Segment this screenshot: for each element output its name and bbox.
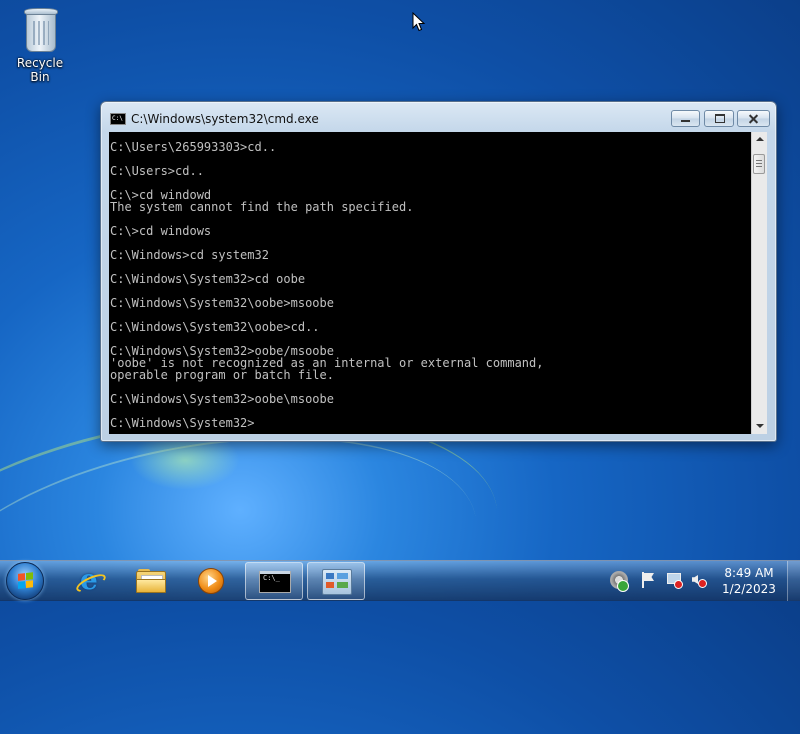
start-button[interactable]	[6, 562, 44, 600]
volume-icon[interactable]	[690, 571, 708, 589]
security-icon[interactable]	[610, 571, 629, 592]
control-panel-icon	[322, 569, 352, 595]
recycle-bin-icon	[23, 8, 58, 52]
window-titlebar[interactable]: C:\ C:\Windows\system32\cmd.exe	[101, 102, 776, 130]
windows-start-icon	[18, 572, 34, 590]
clock-date: 1/2/2023	[722, 582, 776, 596]
cmd-icon: C:\_	[259, 571, 291, 593]
cmd-window[interactable]: C:\ C:\Windows\system32\cmd.exe C:\Users…	[100, 101, 777, 442]
window-title: C:\Windows\system32\cmd.exe	[131, 112, 319, 126]
console-line: C:\Windows\System32>oobe\msoobe	[110, 392, 334, 406]
console-line: C:\>cd windows	[110, 224, 212, 238]
taskbar-internet-explorer[interactable]: e	[60, 562, 118, 600]
console-line: C:\Windows>cd system32	[110, 248, 269, 262]
clock-time: 8:49 AM	[724, 566, 774, 580]
console-line: C:\Windows\System32>cd oobe	[110, 272, 306, 286]
taskbar: e C:\_ 8:49 AM 1/2/2023	[0, 560, 800, 601]
taskbar-media-player[interactable]	[182, 562, 240, 600]
desktop-icon-recycle-bin[interactable]: Recycle Bin	[6, 6, 74, 84]
scrollbar-thumb[interactable]	[753, 154, 765, 174]
console-line: C:\Windows\System32\oobe>cd..	[110, 320, 320, 334]
network-icon[interactable]	[666, 571, 684, 589]
console-line: C:\Windows\System32>	[110, 416, 255, 430]
folder-icon	[136, 569, 166, 593]
desktop-icon-label: Recycle Bin	[16, 56, 64, 84]
console-line: C:\Users\265993303>cd..	[110, 140, 277, 154]
console-line: C:\Users>cd..	[110, 164, 204, 178]
maximize-button[interactable]	[704, 110, 734, 127]
scroll-down-button[interactable]	[752, 418, 767, 434]
show-desktop-button[interactable]	[787, 561, 800, 601]
internet-explorer-icon: e	[76, 566, 102, 594]
vertical-scrollbar[interactable]	[751, 132, 767, 434]
scroll-up-button[interactable]	[752, 132, 767, 148]
media-player-icon	[198, 568, 224, 594]
action-center-flag-icon[interactable]	[639, 571, 657, 589]
console-output[interactable]: C:\Users\265993303>cd.. C:\Users>cd.. C:\>…	[109, 132, 751, 434]
console-line: C:\Windows\System32\oobe>msoobe	[110, 296, 334, 310]
console-line: The system cannot find the path specifie…	[110, 200, 414, 214]
taskbar-command-prompt[interactable]: C:\_	[245, 562, 303, 600]
close-button[interactable]	[737, 110, 770, 127]
minimize-button[interactable]	[671, 110, 700, 127]
taskbar-control-panel[interactable]	[307, 562, 365, 600]
console-line: operable program or batch file.	[110, 368, 334, 382]
cmd-icon[interactable]: C:\	[110, 113, 126, 125]
taskbar-clock[interactable]: 8:49 AM 1/2/2023	[716, 565, 782, 597]
taskbar-windows-explorer[interactable]	[122, 562, 180, 600]
